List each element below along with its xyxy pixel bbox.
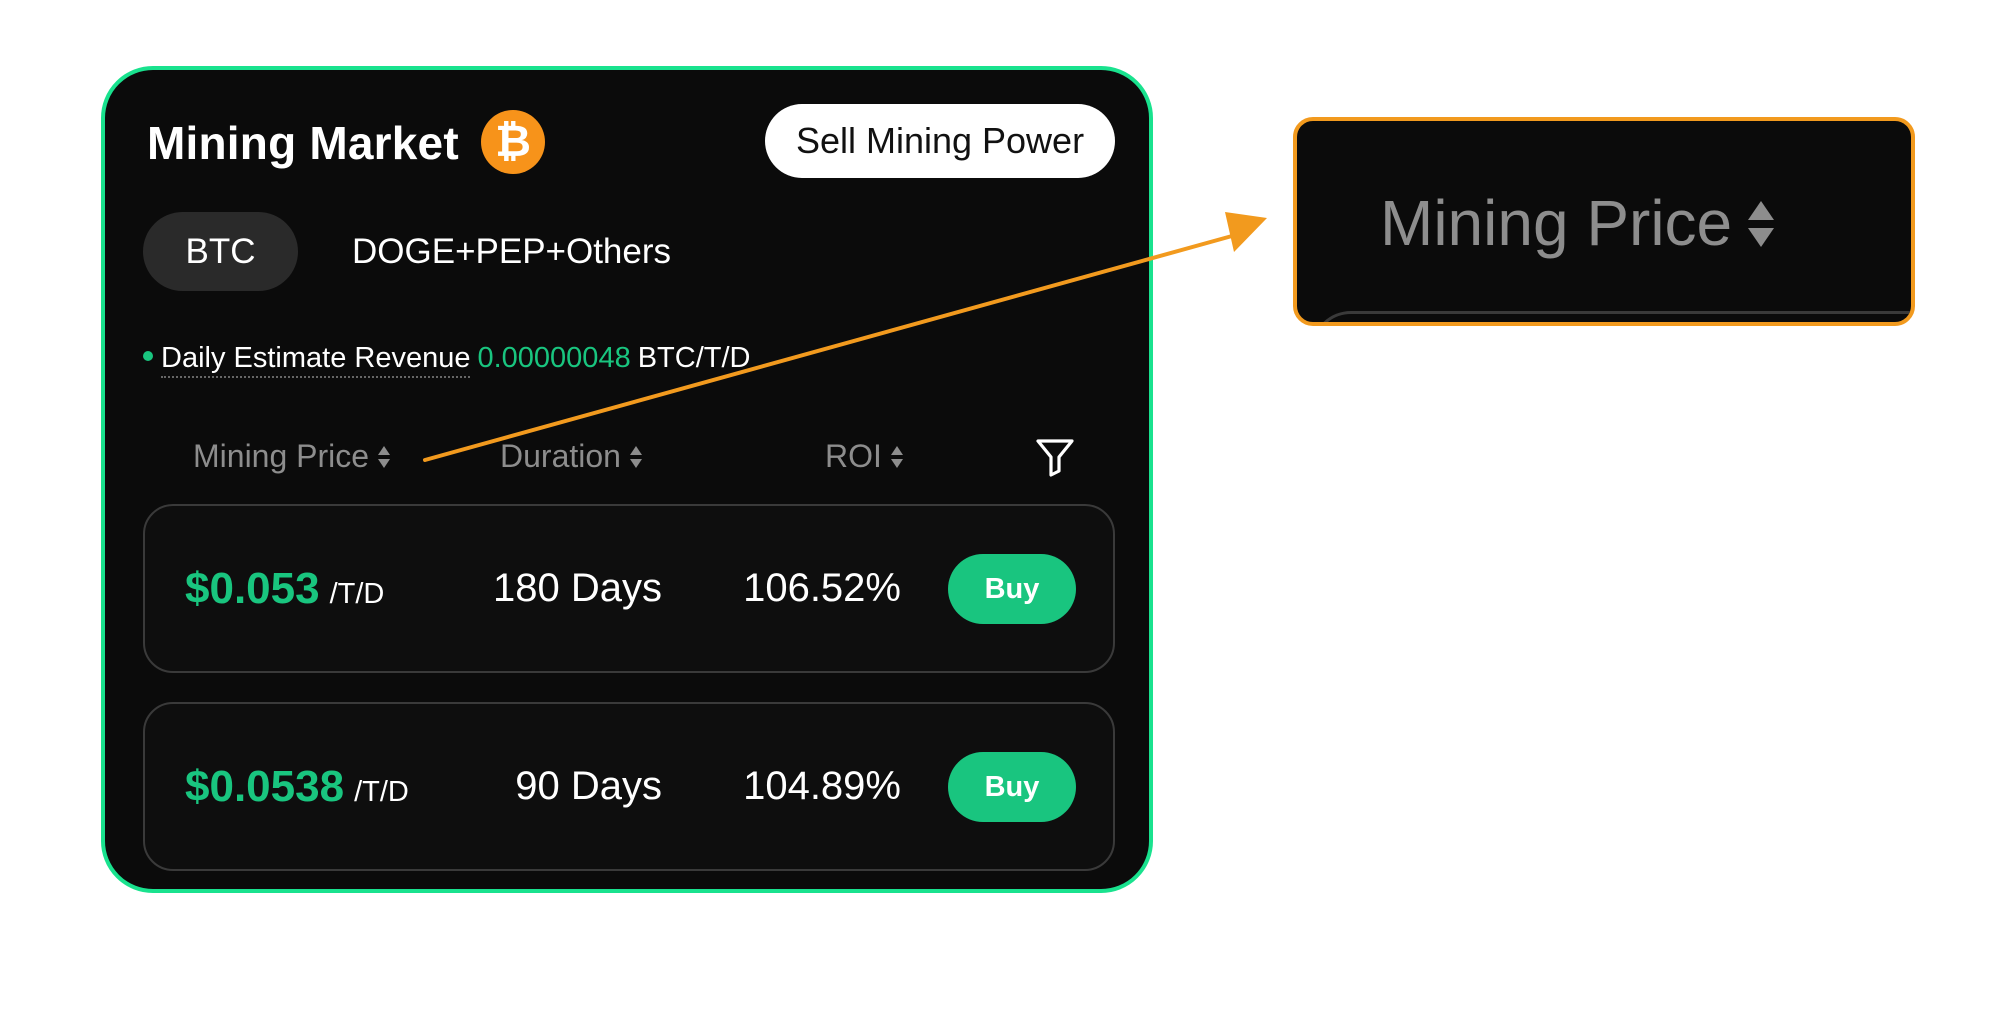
table-row: $0.0538/T/D 90 Days 104.89% Buy (143, 702, 1115, 871)
price-unit: /T/D (354, 776, 409, 808)
tab-btc[interactable]: BTC (143, 212, 298, 291)
roi-value: 104.89% (743, 764, 901, 808)
screenshot-stage: Mining Market ₿ Sell Mining Power BTC DO… (0, 0, 2000, 1012)
daily-revenue: Daily Estimate Revenue 0.00000048 BTC/T/D (143, 338, 750, 378)
sort-arrows-icon (629, 445, 642, 468)
price-cell: $0.053/T/D (185, 506, 384, 671)
column-header-duration: Duration (500, 438, 621, 474)
table-row: $0.053/T/D 180 Days 106.52% Buy (143, 504, 1115, 673)
column-header-roi: ROI (825, 438, 882, 474)
mining-price-value: $0.053 (185, 564, 320, 613)
tab-doge-pep-others[interactable]: DOGE+PEP+Others (352, 212, 671, 291)
roi-value: 106.52% (743, 566, 901, 610)
zoom-mining-price: Mining Price (1380, 183, 1776, 263)
buy-button[interactable]: Buy (948, 752, 1076, 822)
sort-roi[interactable]: ROI (825, 434, 904, 478)
sort-arrows-icon (1748, 201, 1775, 248)
status-dot (143, 351, 153, 362)
buy-button[interactable]: Buy (948, 554, 1076, 624)
zoom-row-edge (1311, 311, 1911, 322)
zoom-label-text: Mining Price (1380, 187, 1733, 259)
filter-icon[interactable] (1034, 435, 1076, 477)
bitcoin-icon: ₿ (481, 110, 545, 174)
daily-revenue-unit: BTC/T/D (637, 342, 751, 374)
duration-value: 180 Days (493, 566, 662, 610)
duration-value: 90 Days (515, 764, 662, 808)
column-header-mining-price: Mining Price (193, 438, 370, 474)
daily-revenue-label[interactable]: Daily Estimate Revenue (161, 342, 471, 378)
sort-arrows-icon (890, 445, 903, 468)
zoom-callout: Mining Price (1293, 117, 1915, 326)
sort-mining-price[interactable]: Mining Price (193, 434, 391, 478)
page-title: Mining Market (147, 117, 459, 169)
price-unit: /T/D (329, 578, 385, 610)
sort-arrows-icon (378, 445, 391, 468)
price-cell: $0.0538/T/D (185, 704, 409, 869)
mining-price-value: $0.0538 (185, 762, 345, 811)
sort-duration[interactable]: Duration (500, 434, 643, 478)
mining-market-card: Mining Market ₿ Sell Mining Power BTC DO… (101, 66, 1153, 893)
sell-mining-power-button[interactable]: Sell Mining Power (765, 104, 1115, 178)
daily-revenue-value: 0.00000048 (477, 342, 631, 374)
